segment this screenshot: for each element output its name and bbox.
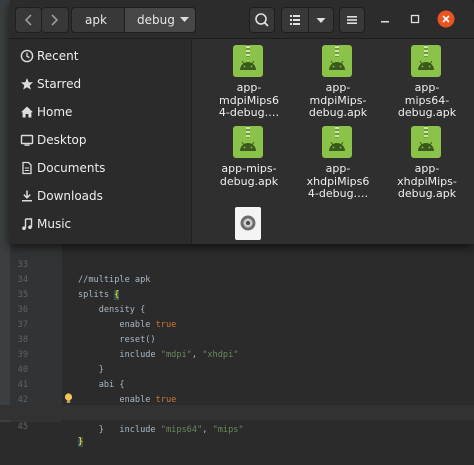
- sidebar-item-home[interactable]: Home: [9, 98, 191, 126]
- file-name: app-mips64- debug.apk: [397, 81, 457, 119]
- view-options-button[interactable]: [308, 7, 334, 33]
- sidebar-item-label: Music: [37, 217, 72, 231]
- sidebar-item-documents[interactable]: Documents: [9, 154, 191, 182]
- list-view-icon: [290, 15, 300, 25]
- sidebar-item-label: Starred: [37, 77, 82, 91]
- file-name: app-mdpiMips-debug.apk: [308, 81, 368, 119]
- clock-icon: [20, 49, 34, 63]
- chevron-right-icon: [51, 14, 59, 26]
- sidebar-item-label: Recent: [37, 49, 79, 63]
- path-crumb-label: debug: [137, 13, 175, 27]
- sidebar-item-desktop[interactable]: Desktop: [9, 126, 191, 154]
- lightbulb-icon[interactable]: [64, 393, 73, 404]
- android-package-icon: [411, 126, 441, 158]
- forward-button[interactable]: [42, 7, 69, 33]
- code-line[interactable]: 36 enable true: [0, 288, 474, 330]
- star-icon: [21, 78, 33, 90]
- android-package-icon: [411, 45, 441, 77]
- code-line[interactable]: 41 enable true: [0, 363, 474, 405]
- android-package-icon: [233, 45, 263, 77]
- desktop-icon: [20, 134, 34, 146]
- sidebar-item-label: Home: [37, 105, 73, 119]
- sidebar-item-label: Documents: [37, 161, 106, 175]
- sidebar-item-starred[interactable]: Starred: [9, 70, 191, 98]
- code-line[interactable]: 42 reset(): [0, 378, 474, 420]
- document-icon: [22, 161, 32, 175]
- line-number: 45: [17, 422, 28, 432]
- view-list-button[interactable]: [281, 7, 309, 33]
- file-grid: app-mdpiMips6 4-debug.… app-mdpiMips-debu…: [192, 39, 474, 244]
- caret-down-icon: [316, 18, 326, 23]
- sidebar-item-label: Desktop: [37, 133, 87, 147]
- music-icon: [22, 218, 33, 230]
- sidebar-item-music[interactable]: Music: [9, 210, 191, 238]
- menu-button[interactable]: [339, 7, 365, 33]
- sidebar-item-downloads[interactable]: Downloads: [9, 182, 191, 210]
- places-sidebar: Recent Starred Home Desktop Documents Do…: [9, 39, 192, 244]
- home-icon: [21, 106, 33, 118]
- path-crumb-apk[interactable]: apk: [71, 7, 125, 33]
- file-name: app-xhdpiMips6 4-debug.…: [306, 162, 370, 200]
- header-bar: apk debug: [9, 0, 474, 39]
- path-crumb-debug[interactable]: debug: [124, 7, 196, 33]
- code-line[interactable]: 34 splits {: [0, 258, 474, 300]
- code-text: }: [78, 437, 84, 447]
- search-icon: [255, 13, 269, 27]
- code-line[interactable]: 35 density {: [0, 273, 474, 315]
- close-icon[interactable]: [437, 10, 455, 28]
- file-name: app-xhdpiMips-debug.apk: [397, 162, 457, 200]
- maximize-icon[interactable]: [407, 11, 423, 27]
- code-line[interactable]: 45 }: [0, 405, 474, 447]
- minimize-icon[interactable]: [377, 11, 393, 27]
- code-line[interactable]: 39 }: [0, 333, 474, 375]
- back-button[interactable]: [15, 7, 42, 33]
- code-line[interactable]: 33 //multiple apk: [0, 243, 474, 285]
- android-package-icon: [322, 126, 352, 158]
- sidebar-item-label: Downloads: [37, 189, 103, 203]
- code-line[interactable]: 40 abi {: [0, 348, 474, 390]
- file-manager-window: apk debug Recent Starred Home Desktop Do…: [9, 0, 474, 244]
- sidebar-item-recent[interactable]: Recent: [9, 42, 191, 70]
- file-name: app-mdpiMips6 4-debug.…: [218, 81, 280, 119]
- code-line[interactable]: 37 reset(): [0, 303, 474, 345]
- search-button[interactable]: [249, 7, 275, 33]
- caret-down-icon: [180, 17, 189, 22]
- json-file-icon: [235, 207, 261, 240]
- android-package-icon: [322, 45, 352, 77]
- download-icon: [22, 190, 32, 202]
- chevron-left-icon: [24, 14, 32, 26]
- hamburger-menu-icon: [347, 16, 357, 24]
- code-line[interactable]: 38 include "mdpi", "xhdpi": [0, 318, 474, 360]
- android-package-icon: [233, 126, 263, 158]
- file-name: app-mips-debug.apk: [219, 162, 279, 188]
